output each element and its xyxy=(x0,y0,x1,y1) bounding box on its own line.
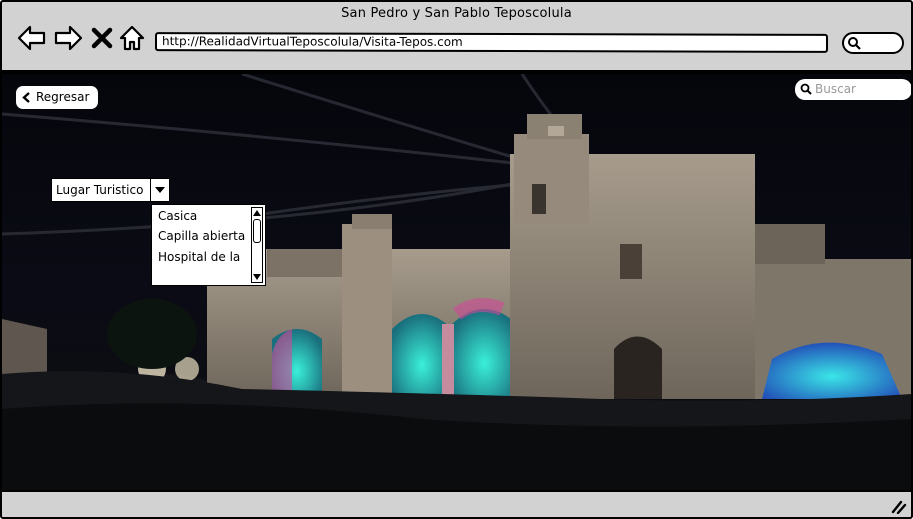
option-capilla-abierta[interactable]: Capilla abierta xyxy=(158,229,245,243)
lugar-options-list: Casica Capilla abierta Hospital de la xyxy=(151,204,266,286)
regresar-label: Regresar xyxy=(36,90,90,104)
home-icon[interactable] xyxy=(117,24,147,52)
forward-arrow-icon[interactable] xyxy=(53,24,83,52)
select-value: Lugar Turistico xyxy=(56,183,144,197)
church-night-photo xyxy=(2,74,911,490)
chevron-down-icon xyxy=(155,187,165,193)
browser-search-field[interactable] xyxy=(842,32,904,54)
scroll-thumb[interactable] xyxy=(253,219,261,243)
buscar-search-input[interactable]: Buscar xyxy=(795,79,911,100)
list-scrollbar[interactable] xyxy=(251,207,263,283)
panorama-view[interactable]: Regresar Buscar Lugar Turistico Casica C… xyxy=(2,74,911,490)
select-toggle[interactable] xyxy=(150,179,169,201)
option-hospital[interactable]: Hospital de la xyxy=(158,250,240,264)
search-icon xyxy=(800,83,812,95)
url-input[interactable]: http://RealidadVirtualTeposcolula/Visita… xyxy=(154,32,829,53)
browser-toolbar: San Pedro y San Pablo Teposcolula http:/… xyxy=(2,2,911,72)
search-placeholder: Buscar xyxy=(815,82,856,96)
close-icon[interactable] xyxy=(89,24,115,52)
status-bar xyxy=(2,490,911,517)
regresar-button[interactable]: Regresar xyxy=(16,86,98,109)
lugar-turistico-select[interactable]: Lugar Turistico xyxy=(51,178,170,202)
scroll-up-icon[interactable] xyxy=(253,210,261,216)
resize-grip-icon[interactable] xyxy=(891,500,907,514)
browser-window: San Pedro y San Pablo Teposcolula http:/… xyxy=(0,0,913,519)
back-arrow-icon[interactable] xyxy=(17,24,47,52)
scroll-down-icon[interactable] xyxy=(253,274,261,280)
chevron-left-icon xyxy=(22,92,30,103)
search-icon xyxy=(848,37,861,50)
option-casica[interactable]: Casica xyxy=(158,209,197,223)
window-title: San Pedro y San Pablo Teposcolula xyxy=(341,6,572,21)
